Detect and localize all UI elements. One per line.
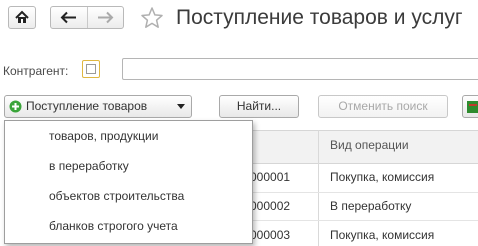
find-button[interactable]: Найти... (219, 95, 299, 118)
arrow-right-icon (98, 11, 114, 24)
cell-number: 000002 (250, 199, 291, 213)
cell-number: 000001 (250, 170, 291, 184)
chevron-down-icon (177, 104, 185, 109)
cell-number: 000003 (250, 228, 291, 242)
menu-item-processing[interactable]: в переработку (49, 159, 129, 173)
cell-operation: Покупка, комиссия (330, 228, 435, 242)
back-button[interactable] (51, 7, 88, 28)
kontragent-checkbox[interactable] (82, 60, 100, 78)
home-icon (15, 10, 29, 23)
menu-item-goods[interactable]: товаров, продукции (49, 129, 158, 143)
report-icon (467, 101, 478, 113)
kontragent-field[interactable] (122, 58, 478, 80)
back-forward-group (50, 6, 124, 29)
receipt-type-dropdown-button[interactable]: Поступление товаров (4, 95, 192, 118)
menu-item-strict-forms[interactable]: бланков строгого учета (49, 219, 178, 233)
report-button[interactable] (462, 95, 478, 118)
cancel-search-button[interactable]: Отменить поиск (318, 95, 448, 118)
menu-item-construction[interactable]: объектов строительства (49, 189, 184, 203)
kontragent-label: Контрагент: (3, 64, 69, 78)
page-title: Поступление товаров и услуг (176, 6, 463, 29)
arrow-left-icon (60, 11, 76, 24)
receipt-type-label: Поступление товаров (26, 99, 148, 113)
home-button[interactable] (8, 6, 36, 29)
receipt-type-menu: товаров, продукции в переработку объекто… (4, 120, 253, 244)
column-separator (318, 130, 319, 246)
star-icon[interactable] (140, 6, 164, 30)
cell-operation: Покупка, комиссия (330, 170, 435, 184)
cell-operation: В переработку (330, 199, 412, 213)
column-header-operation[interactable]: Вид операции (330, 138, 409, 152)
forward-button[interactable] (87, 7, 123, 28)
plus-circle-icon (9, 100, 22, 113)
